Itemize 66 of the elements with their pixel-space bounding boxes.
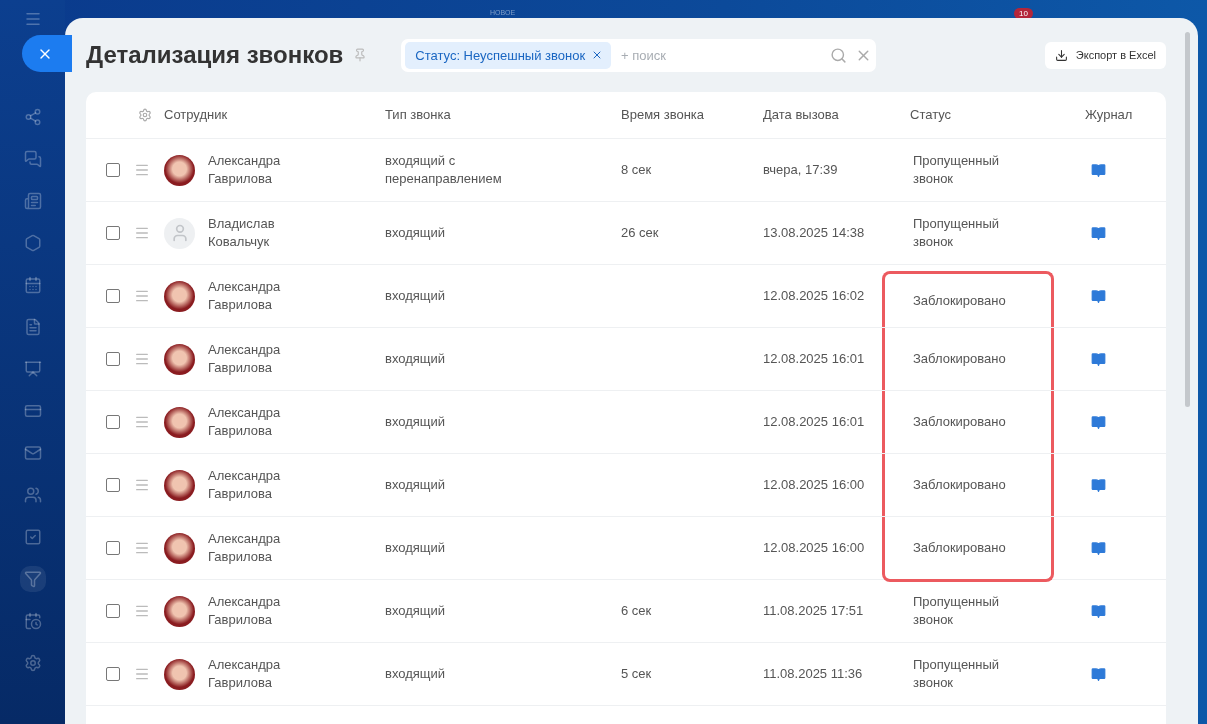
table-cell-text: входящий	[385, 602, 447, 620]
table-cell-text: вчера, 17:39	[763, 161, 839, 179]
employee-name[interactable]: Владислав Ковальчук	[200, 215, 336, 251]
table-cell-text: 12.08.2025 16:00	[763, 539, 866, 557]
download-icon	[1054, 48, 1068, 62]
row-checkbox[interactable]	[106, 415, 120, 429]
row-checkbox[interactable]	[106, 541, 120, 555]
status-cell: Заблокировано	[882, 517, 1054, 582]
close-button[interactable]	[22, 35, 72, 72]
table-cell-text: 12.08.2025 16:01	[763, 350, 866, 368]
employee-name[interactable]: Александра Гаврилова	[200, 404, 336, 440]
export-button[interactable]: Экспорт в Excel	[1044, 41, 1166, 69]
search-field[interactable]: Статус: Неуспешный звонок + поиск	[401, 38, 877, 72]
status-cell-text: Пропущенный звонок	[912, 656, 1001, 692]
table-cell-text: 11.08.2025 17:51	[763, 602, 865, 620]
status-cell-text: Пропущенный звонок	[912, 152, 1001, 188]
table-cell-text: входящий	[385, 350, 447, 368]
table-cell-text: 11.08.2025 11:36	[763, 665, 864, 683]
table-cell-text: 12.08.2025 16:01	[763, 413, 866, 431]
employee-name[interactable]: Александра Гаврилова	[200, 467, 336, 503]
table-cell-text: входящий	[385, 476, 447, 494]
employee-name[interactable]: Александра Гаврилова	[200, 152, 336, 188]
settings-icon[interactable]	[138, 108, 152, 122]
status-cell-text: Пропущенный звонок	[912, 593, 1001, 629]
employee-name[interactable]: Александра Гаврилова	[200, 530, 336, 566]
column-header[interactable]: Статус	[910, 106, 1085, 124]
row-checkbox[interactable]	[106, 478, 120, 492]
table-cell-text: 12.08.2025 16:02	[763, 287, 866, 305]
table-cell-text: 6 сек	[621, 602, 653, 620]
table-cell-text: входящий	[385, 413, 447, 431]
filter-icon[interactable]	[19, 566, 46, 592]
row-checkbox[interactable]	[106, 289, 120, 303]
column-header[interactable]: Тип звонка	[385, 106, 621, 124]
table-cell-text: входящий	[385, 665, 447, 683]
filter-chip[interactable]: Статус: Неуспешный звонок	[405, 41, 612, 69]
status-cell: Заблокировано	[882, 391, 1054, 453]
column-header[interactable]: Сотрудник	[164, 106, 385, 124]
table-cell-text: 26 сек	[621, 224, 660, 242]
row-checkbox[interactable]	[106, 604, 120, 618]
search-icon[interactable]	[830, 46, 848, 64]
row-checkbox[interactable]	[106, 163, 120, 177]
employee-name[interactable]: Александра Гаврилова	[200, 341, 336, 377]
table-cell-text: входящий	[385, 287, 447, 305]
row-checkbox[interactable]	[106, 226, 120, 240]
table-cell-text: 12.08.2025 16:00	[763, 476, 866, 494]
table-cell-text: входящий	[385, 224, 447, 242]
status-cell: Заблокировано	[882, 454, 1054, 516]
table-cell-text: 13.08.2025 14:38	[763, 224, 866, 242]
status-cell-text: Пропущенный звонок	[912, 215, 1001, 251]
table-cell-text: входящий с перенаправлением	[385, 152, 503, 188]
column-header[interactable]: Время звонка	[621, 106, 763, 124]
employee-name[interactable]: Александра Гаврилова	[200, 278, 336, 314]
row-checkbox[interactable]	[106, 667, 120, 681]
table-cell-text: входящий	[385, 539, 447, 557]
column-header[interactable]: Журнал	[1085, 106, 1166, 124]
table-cell-text: 5 сек	[621, 665, 653, 683]
status-cell: Заблокировано	[882, 328, 1054, 390]
employee-name[interactable]: Александра Гаврилова	[200, 593, 336, 629]
table-cell-text: 8 сек	[621, 161, 653, 179]
column-header[interactable]: Дата вызова	[763, 106, 910, 124]
employee-name[interactable]: Александра Гаврилова	[200, 656, 336, 692]
page-title: Детализация звонков	[86, 41, 344, 69]
status-cell: Заблокировано	[882, 271, 1054, 327]
scrollbar[interactable]	[1185, 32, 1190, 407]
pin-icon[interactable]	[353, 48, 368, 62]
row-checkbox[interactable]	[106, 352, 120, 366]
